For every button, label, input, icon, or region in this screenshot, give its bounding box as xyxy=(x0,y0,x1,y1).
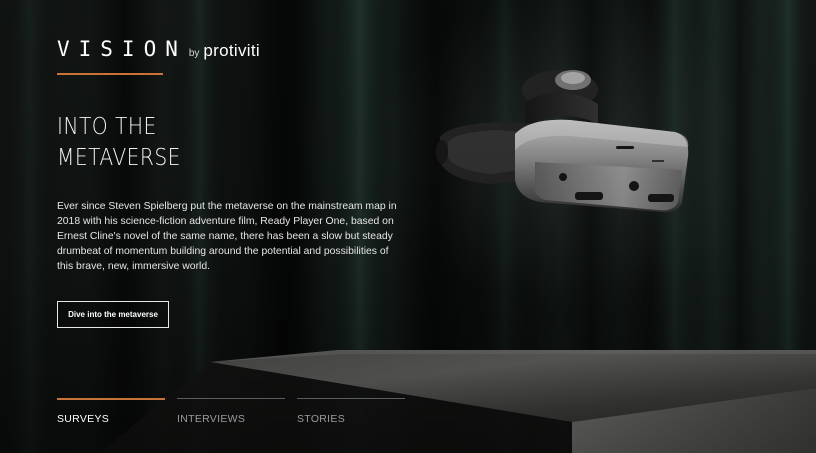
dive-into-metaverse-button[interactable]: Dive into the metaverse xyxy=(57,301,169,328)
brand-accent-rule xyxy=(57,73,163,75)
tab-surveys[interactable]: SURVEYS xyxy=(57,398,165,427)
page-title-line-2: METAVERSE xyxy=(57,145,181,171)
hero-section: VISION by protiviti INTO THE METAVERSE E… xyxy=(0,0,816,453)
tab-stories-label: STORIES xyxy=(297,413,346,425)
page-title: INTO THE METAVERSE xyxy=(57,112,286,174)
page-title-line-1: INTO THE xyxy=(57,114,157,140)
tab-stories[interactable]: STORIES xyxy=(297,398,405,427)
brand-logo[interactable]: VISION by protiviti xyxy=(57,37,260,61)
hero-description: Ever since Steven Spielberg put the meta… xyxy=(57,201,397,272)
tab-interviews[interactable]: INTERVIEWS xyxy=(177,398,285,427)
tab-surveys-label: SURVEYS xyxy=(57,413,110,425)
tab-interviews-label: INTERVIEWS xyxy=(177,413,246,425)
brand-by-label: by xyxy=(188,48,200,59)
content-tabs: SURVEYS INTERVIEWS STORIES xyxy=(57,398,417,427)
vision-wordmark: VISION xyxy=(57,37,187,61)
protiviti-wordmark: protiviti xyxy=(203,41,260,60)
